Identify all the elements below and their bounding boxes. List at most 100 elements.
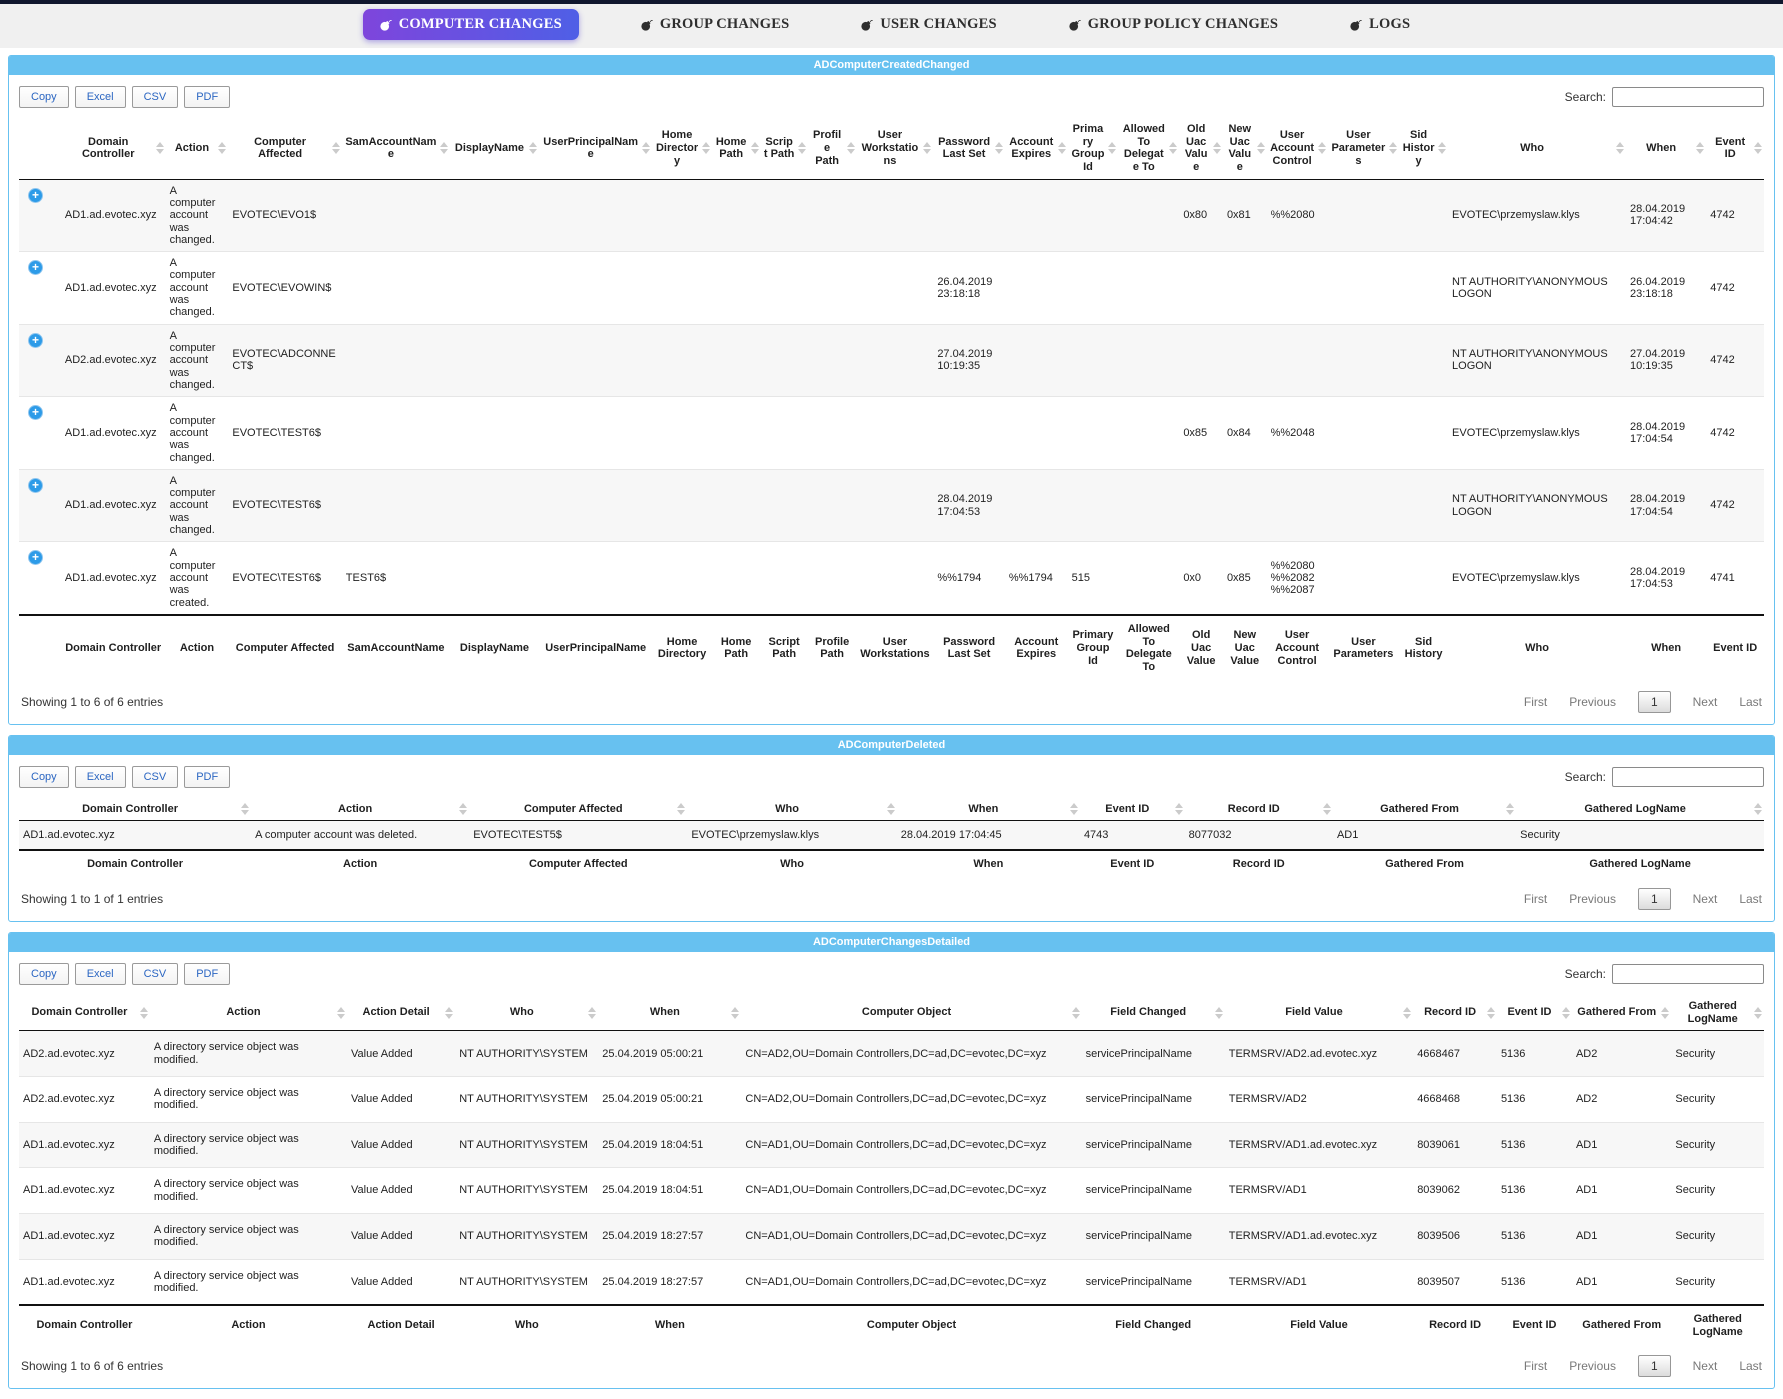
column-header-label: Home Path [716,136,747,161]
column-header-domain-controller[interactable]: Domain Controller [61,118,166,179]
column-header-label: Gathered LogName [1584,803,1685,815]
pagination-last[interactable]: Last [1739,1359,1762,1373]
table-cell [1399,324,1448,397]
column-header-event-id[interactable]: Event ID [1706,118,1764,179]
column-header-action[interactable]: Action [150,995,347,1031]
pagination-next[interactable]: Next [1693,892,1718,906]
column-header-who[interactable]: Who [455,995,598,1031]
column-header-who[interactable]: Who [1448,118,1626,179]
column-header-home-path[interactable]: Home Path [712,118,761,179]
export-buttons: Copy Excel CSVPDF [19,86,236,108]
column-header-profile-path[interactable]: Profile Path [808,118,857,179]
column-header-sid-history[interactable]: Sid History [1399,118,1448,179]
pagination-first[interactable]: First [1524,695,1547,709]
table-cell: 0x80 [1179,179,1223,252]
column-header-event-id[interactable]: Event ID [1497,995,1572,1031]
column-header-record-id[interactable]: Record ID [1185,798,1333,821]
column-header-event-id[interactable]: Event ID [1080,798,1185,821]
column-header-action[interactable]: Action [251,798,469,821]
pagination-last[interactable]: Last [1739,892,1762,906]
pagination-previous[interactable]: Previous [1569,1359,1616,1373]
expand-row-button[interactable]: + [28,333,43,348]
column-header-displayname[interactable]: DisplayName [450,118,539,179]
expand-row-button[interactable]: + [28,260,43,275]
column-header-gathered-from[interactable]: Gathered From [1572,995,1671,1031]
pagination-next[interactable]: Next [1693,695,1718,709]
column-header-home-directory[interactable]: Home Directory [652,118,711,179]
column-header-when[interactable]: When [598,995,741,1031]
search-input[interactable] [1612,964,1764,984]
column-header-computer-affected[interactable]: Computer Affected [228,118,341,179]
expand-row-button[interactable]: + [28,550,43,565]
pagination-current-page[interactable]: 1 [1638,888,1671,910]
column-header-password-last-set[interactable]: Password Last Set [933,118,1005,179]
pagination-current-page[interactable]: 1 [1638,691,1671,713]
column-header-action[interactable]: Action [166,118,229,179]
table-info: Showing 1 to 6 of 6 entries [21,1359,163,1373]
expand-row-button[interactable]: + [28,405,43,420]
tab-group-changes[interactable]: GROUP CHANGES [631,9,800,40]
column-header-computer-object[interactable]: Computer Object [741,995,1081,1031]
copy-button[interactable]: Copy [19,86,69,108]
table-cell: AD1 [1572,1168,1671,1214]
pagination-first[interactable]: First [1524,892,1547,906]
column-header-computer-affected[interactable]: Computer Affected [469,798,687,821]
tab-logs[interactable]: LOGS [1340,9,1420,40]
sort-arrows-icon [995,142,1003,154]
column-header-when[interactable]: When [1626,118,1706,179]
tab-user-changes[interactable]: USER CHANGES [851,9,1006,40]
column-header-record-id[interactable]: Record ID [1413,995,1497,1031]
tab-group-policy-changes[interactable]: GROUP POLICY CHANGES [1059,9,1288,40]
csv-button[interactable]: CSV [132,766,179,788]
column-header-when[interactable]: When [897,798,1080,821]
search-input[interactable] [1612,87,1764,107]
csv-button[interactable]: CSV [132,86,179,108]
expand-row-button[interactable]: + [28,188,43,203]
column-header-allowed-to-delegate-to[interactable]: Allowed To Delegate To [1118,118,1179,179]
column-header-gathered-from[interactable]: Gathered From [1333,798,1516,821]
csv-button[interactable]: CSV [132,963,179,985]
pagination-first[interactable]: First [1524,1359,1547,1373]
excel-button[interactable]: Excel [75,963,126,985]
table-row: +AD2.ad.evotec.xyzA computer account was… [19,324,1764,397]
sort-arrows-icon [459,803,467,815]
column-header-script-path[interactable]: Script Path [761,118,808,179]
tab-computer-changes[interactable]: COMPUTER CHANGES [363,9,579,40]
column-header-user-parameters[interactable]: User Parameters [1328,118,1400,179]
copy-button[interactable]: Copy [19,963,69,985]
column-header-field-changed[interactable]: Field Changed [1082,995,1225,1031]
table-cell: 28.04.2019 17:04:45 [897,821,1080,851]
column-header-new-uac-value[interactable]: New Uac Value [1223,118,1267,179]
column-header-domain-controller[interactable]: Domain Controller [19,798,251,821]
expand-column-header [19,118,61,179]
table-cell: 26.04.2019 23:18:18 [933,252,1005,325]
excel-button[interactable]: Excel [75,86,126,108]
expand-row-button[interactable]: + [28,478,43,493]
pagination-previous[interactable]: Previous [1569,695,1616,709]
pdf-button[interactable]: PDF [184,963,230,985]
table-cell: 4742 [1706,252,1764,325]
column-header-who[interactable]: Who [687,798,896,821]
column-header-user-workstations[interactable]: User Workstations [857,118,934,179]
column-header-domain-controller[interactable]: Domain Controller [19,995,150,1031]
pagination-next[interactable]: Next [1693,1359,1718,1373]
column-header-action-detail[interactable]: Action Detail [347,995,455,1031]
column-header-user-account-control[interactable]: User Account Control [1267,118,1328,179]
search-input[interactable] [1612,767,1764,787]
column-header-primary-group-id[interactable]: Primary Group Id [1068,118,1119,179]
column-header-gathered-logname[interactable]: Gathered LogName [1516,798,1764,821]
column-header-account-expires[interactable]: Account Expires [1005,118,1068,179]
table-cell: 8039506 [1413,1213,1497,1259]
pagination-previous[interactable]: Previous [1569,892,1616,906]
excel-button[interactable]: Excel [75,766,126,788]
column-header-gathered-logname[interactable]: Gathered LogName [1671,995,1764,1031]
column-header-samaccountname[interactable]: SamAccountName [342,118,450,179]
column-header-field-value[interactable]: Field Value [1225,995,1413,1031]
column-header-userprincipalname[interactable]: UserPrincipalName [539,118,652,179]
column-header-old-uac-value[interactable]: Old Uac Value [1179,118,1223,179]
pdf-button[interactable]: PDF [184,766,230,788]
pagination-current-page[interactable]: 1 [1638,1355,1671,1377]
pdf-button[interactable]: PDF [184,86,230,108]
pagination-last[interactable]: Last [1739,695,1762,709]
copy-button[interactable]: Copy [19,766,69,788]
